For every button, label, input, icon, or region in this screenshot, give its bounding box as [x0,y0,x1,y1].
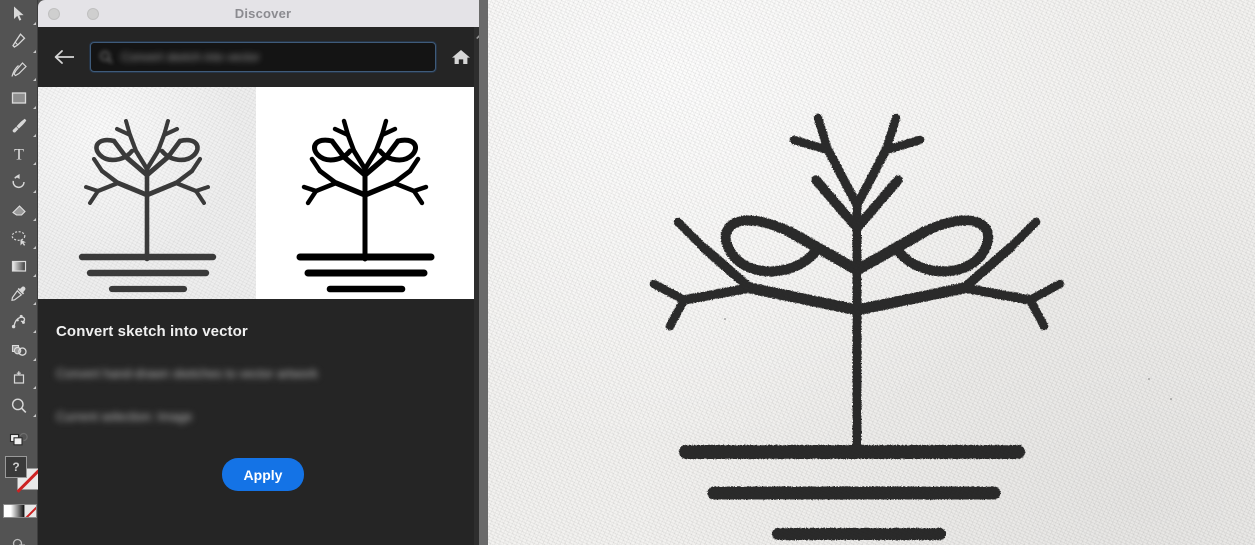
puppet-warp-tool[interactable] [0,308,38,336]
search-input-value: Convert sketch into vector [121,50,260,64]
gradient-swatch[interactable] [3,504,25,518]
discover-content: Convert sketch into vector Convert hand-… [38,299,488,491]
before-sketch-thumbnail[interactable] [38,87,256,299]
after-vector-thumbnail[interactable] [256,87,474,299]
apply-button[interactable]: Apply [221,458,305,491]
discover-nav-bar: Convert sketch into vector [38,27,488,87]
svg-text:T: T [14,147,24,164]
home-icon [452,50,470,64]
tool-flyout-indicator [33,274,36,277]
change-screen-mode-icon[interactable] [0,426,38,454]
artboard-canvas[interactable] [488,0,1255,545]
card-subtext-row: Current selection: Image [56,410,470,424]
arrow-left-icon [54,50,74,64]
discover-titlebar[interactable]: Discover [38,0,488,27]
tool-flyout-indicator [33,246,36,249]
eyedropper-tool[interactable] [0,280,38,308]
shape-builder-tool[interactable] [0,336,38,364]
eraser-tool[interactable] [0,196,38,224]
fill-swatch[interactable]: ? [5,456,27,478]
gradient-tool[interactable] [0,252,38,280]
home-button[interactable] [446,42,476,72]
tool-flyout-indicator [33,50,36,53]
tool-flyout-indicator [33,78,36,81]
tool-flyout-indicator [33,386,36,389]
type-tool[interactable]: T [0,140,38,168]
tool-flyout-indicator [33,330,36,333]
card-description: Convert hand-drawn sketches to vector ar… [56,367,318,381]
panel-canvas-gutter [479,0,488,545]
card-subtext: Current selection: Image [56,410,193,424]
illustrator-window: T ? Discover Convert sketch into vector … [0,0,1255,545]
card-description-row: Convert hand-drawn sketches to vector ar… [56,367,470,381]
rectangle-tool[interactable] [0,84,38,112]
vector-tree-artwork [296,118,435,293]
tool-strip: T ? [0,0,40,545]
tool-flyout-indicator [33,22,36,25]
card-title: Convert sketch into vector [56,323,248,340]
sketch-tree-artwork [78,119,217,293]
lasso-tool[interactable] [0,224,38,252]
color-mode-swatches[interactable] [0,504,38,522]
tool-flyout-indicator [33,134,36,137]
discover-panel: Discover Convert sketch into vector Conv… [38,0,488,545]
artboard-tool[interactable] [0,364,38,392]
search-icon [99,50,113,64]
sketch-tree-artwork-large [649,113,1065,540]
paintbrush-tool[interactable] [0,112,38,140]
apply-button-row: Apply [56,458,470,491]
back-button[interactable] [50,42,80,72]
rotate-tool[interactable] [0,168,38,196]
tool-flyout-indicator [33,106,36,109]
fill-and-stroke-swatches[interactable]: ? [0,454,40,500]
discover-thumbnails [38,87,474,299]
discover-body: Convert sketch into vector Convert sketc… [38,27,488,545]
fill-swatch-glyph: ? [12,460,20,474]
tool-flyout-indicator [33,302,36,305]
selection-tool[interactable] [0,0,38,28]
tool-flyout-indicator [33,162,36,165]
tool-flyout-indicator [33,218,36,221]
drawing-mode-icon[interactable] [0,530,38,545]
zoom-tool[interactable] [0,392,38,420]
tool-flyout-indicator [33,190,36,193]
window-title: Discover [234,6,292,21]
search-input[interactable]: Convert sketch into vector [90,42,436,72]
search-field-wrapper[interactable]: Convert sketch into vector [90,42,436,72]
curvature-tool[interactable] [0,56,38,84]
none-slash-icon [25,505,36,517]
none-swatch[interactable] [24,504,37,518]
pen-tool[interactable] [0,28,38,56]
tool-flyout-indicator [33,414,36,417]
tool-flyout-indicator [33,358,36,361]
